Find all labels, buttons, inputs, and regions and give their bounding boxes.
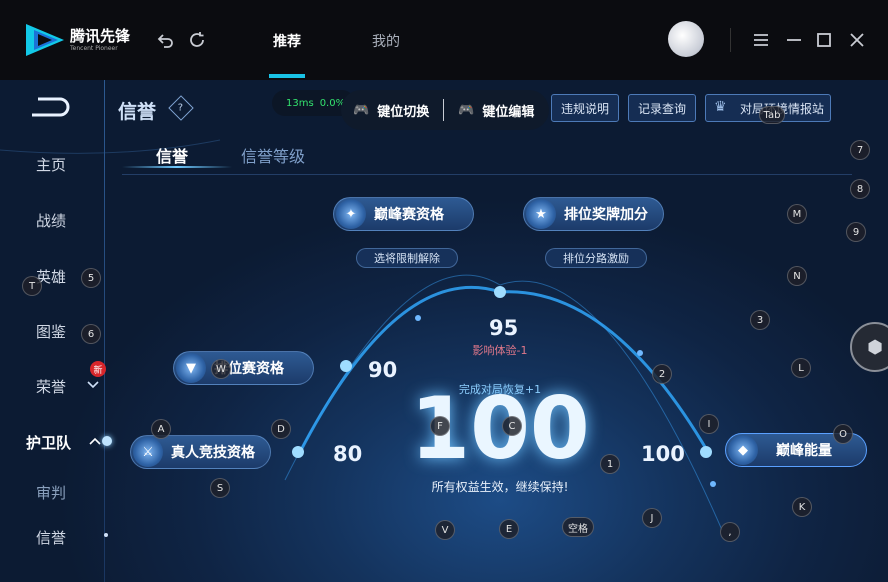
back-button[interactable] [28,97,74,123]
record-query-button[interactable]: 记录查询 [628,94,696,122]
real-player-label: 真人竞技资格 [171,445,255,461]
tab-recommend[interactable]: 推荐 [273,31,301,51]
divider [730,28,731,52]
active-dot [102,436,112,446]
level-80: 80 [333,442,363,466]
hotkey-7[interactable]: 7 [850,140,870,160]
keymap-divider [443,99,445,121]
tab-mine[interactable]: 我的 [372,31,400,51]
sidebar-item-judge[interactable]: 审判 [0,482,104,503]
chevron-up-icon [88,434,102,453]
hotkey-comma[interactable]: , [720,522,740,542]
shield-wings-icon: ♛ [714,99,727,115]
hotkey-a[interactable]: A [151,419,171,439]
hotkey-e[interactable]: E [499,519,519,539]
peak-label: 巅峰赛资格 [374,207,444,223]
new-badge: 新 [90,361,106,377]
ranked-qualification-pill: ▼ 排位赛资格 [173,351,314,385]
hotkey-v[interactable]: V [435,520,455,540]
avatar[interactable] [668,21,704,57]
level-100: 100 [641,442,685,466]
refresh-icon[interactable] [186,29,208,51]
menu-icon[interactable] [750,29,772,51]
credit-score: 100 [410,379,590,479]
ranked-icon: ▼ [176,353,206,383]
status-text: 所有权益生效，继续保持! [431,480,569,494]
logo-icon [26,24,64,56]
peak-qualification-pill: ✦ 巅峰赛资格 [333,197,474,231]
hotkey-c[interactable]: C [502,416,522,436]
hotkey-5[interactable]: 5 [81,268,101,288]
hotkey-9[interactable]: 9 [846,222,866,242]
hotkey-s[interactable]: S [210,478,230,498]
game-panel: 信誉 ? 13ms 0.0% 🎮 键位切换 🎮 键位编辑 违规说明 记录查询 ♛… [0,80,888,582]
hotkey-n[interactable]: N [787,266,807,286]
keymap-edit-label: 键位编辑 [482,104,535,120]
hotkey-l[interactable]: L [791,358,811,378]
rank-bonus-pill: ★ 排位奖牌加分 [523,197,664,231]
hotkey-f[interactable]: F [430,416,450,436]
violation-button[interactable]: 违规说明 [551,94,619,122]
keymap-switch-label: 键位切换 [377,104,430,120]
sidebar-item-credit[interactable]: 信誉 [0,527,104,548]
sidebar-item-record[interactable]: 战绩 [0,210,104,231]
hotkey-d[interactable]: D [271,419,291,439]
peak-sub-button[interactable]: 选将限制解除 [356,248,458,268]
arc-decoration [0,139,723,531]
back-icon[interactable] [155,29,177,51]
rank-bonus-sub-button[interactable]: 排位分路激励 [545,248,647,268]
subtab-credit-level[interactable]: 信誉等级 [241,143,305,167]
app-window: 腾讯先锋 Tencent Pioneer 推荐 我的 信誉 ? 13ms 0.0… [0,0,888,582]
chevron-down-icon [86,376,100,395]
level-95: 95 [489,316,519,340]
logo-subtext: Tencent Pioneer [70,44,118,52]
hotkey-w[interactable]: W [211,359,231,379]
real-player-icon: ⚔ [133,437,163,467]
gamepad-edit-icon: 🎮 [458,102,475,118]
hotkey-3[interactable]: 3 [750,310,770,330]
minimize-icon[interactable] [783,29,805,51]
hotkey-t[interactable]: T [22,276,42,296]
rank-bonus-label: 排位奖牌加分 [564,207,648,223]
keymap-edit-button[interactable]: 🎮 键位编辑 [458,90,534,130]
keymap-bar: 🎮 键位切换 🎮 键位编辑 [341,90,549,130]
hotkey-k[interactable]: K [792,497,812,517]
title-bar: 腾讯先锋 Tencent Pioneer 推荐 我的 [0,0,888,80]
help-glyph: ? [178,102,184,114]
peak-icon: ✦ [336,199,366,229]
subtab-underline [122,174,852,175]
page-title: 信誉 [118,101,157,123]
impact-text: 影响体验-1 [472,344,528,357]
subtab-credit[interactable]: 信誉 [156,143,188,167]
real-player-pill: ⚔ 真人竞技资格 [130,435,271,469]
sidebar-item-home[interactable]: 主页 [0,154,104,175]
subtab-active-indicator [122,166,232,168]
app-logo: 腾讯先锋 Tencent Pioneer [24,22,130,58]
medal-icon: ★ [526,199,556,229]
keymap-switch-button[interactable]: 🎮 键位切换 [341,90,429,130]
maximize-icon[interactable] [813,29,835,51]
latency-value: 13ms [286,97,314,109]
hotkey-1[interactable]: 1 [600,454,620,474]
credit-dot [104,533,108,537]
hotkey-i[interactable]: I [699,414,719,434]
energy-icon: ◆ [728,435,758,465]
gamepad-icon: 🎮 [353,102,370,118]
hotkey-2[interactable]: 2 [652,364,672,384]
peak-energy-label: 巅峰能量 [776,443,832,459]
hotkey-tab[interactable]: Tab [759,106,785,124]
hotkey-8[interactable]: 8 [850,179,870,199]
close-icon[interactable] [846,29,868,51]
hotkey-6[interactable]: 6 [81,324,101,344]
hotkey-o[interactable]: O [833,424,853,444]
hotkey-space[interactable]: 空格 [562,517,594,537]
logo-text: 腾讯先锋 [70,26,131,45]
hotkey-m[interactable]: M [787,204,807,224]
tab-active-indicator [269,74,305,78]
hotkey-j[interactable]: J [642,508,662,528]
level-90: 90 [368,358,398,382]
sidebar-divider [104,80,105,582]
